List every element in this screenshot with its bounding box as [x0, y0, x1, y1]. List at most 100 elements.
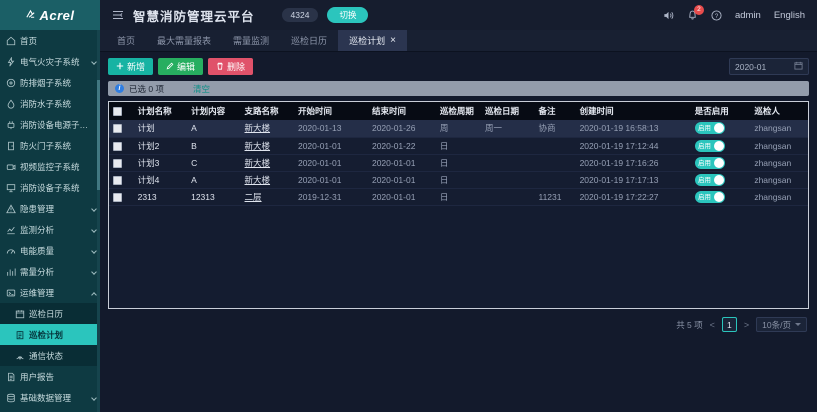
row-checkbox[interactable] — [113, 176, 122, 185]
main-area: 智慧消防管理云平台 4324 切换 2 ? admin English 首页最大… — [100, 0, 817, 412]
page-size-select[interactable]: 10条/页 — [756, 317, 807, 332]
row-select-cell — [109, 120, 134, 137]
current-page-button[interactable]: 1 — [722, 317, 737, 332]
delete-button[interactable]: 删除 — [208, 58, 253, 75]
brand-logo: Acrel — [0, 0, 100, 30]
tab-最大需量报表[interactable]: 最大需量报表 — [146, 30, 222, 51]
help-icon[interactable]: ? — [711, 10, 722, 21]
chevron-down-icon — [91, 59, 97, 65]
branch-link[interactable]: 新大楼 — [245, 123, 271, 133]
row-select-cell — [109, 154, 134, 171]
chevron-down-icon — [91, 227, 97, 233]
sidebar-item-label: 需量分析 — [20, 266, 90, 278]
pagination: 共 5 项 < 1 > 10条/页 — [108, 317, 809, 332]
sidebar-item-巡检日历[interactable]: 巡检日历 — [0, 303, 100, 324]
sidebar-item-消防水子系统[interactable]: 消防水子系统 — [0, 93, 100, 114]
sidebar-item-防排烟子系统[interactable]: 防排烟子系统 — [0, 72, 100, 93]
sound-icon[interactable] — [663, 10, 674, 21]
enabled-toggle[interactable]: 启用 — [695, 122, 725, 134]
trash-icon — [216, 62, 224, 72]
sidebar-item-通信状态[interactable]: 通信状态 — [0, 345, 100, 366]
cell-cycle: 日 — [436, 154, 481, 171]
sidebar-item-电能质量[interactable]: 电能质量 — [0, 240, 100, 261]
tab-首页[interactable]: 首页 — [106, 30, 146, 51]
water-icon — [6, 99, 16, 109]
row-checkbox[interactable] — [113, 159, 122, 168]
svg-text:?: ? — [715, 12, 719, 19]
sidebar-item-运维管理[interactable]: 运维管理 — [0, 282, 100, 303]
cell-end: 2020-01-26 — [368, 120, 436, 137]
branch-link[interactable]: 新大楼 — [245, 175, 271, 185]
cell-enabled: 启用 — [691, 154, 751, 171]
sidebar-item-电气火灾子系统[interactable]: 电气火灾子系统 — [0, 51, 100, 72]
table-row: 计划A新大楼2020-01-132020-01-26周周一协商2020-01-1… — [109, 120, 808, 137]
table-row: 231312313二层2019-12-312020-01-01日11231202… — [109, 188, 808, 205]
home-icon — [6, 36, 16, 46]
power-icon — [6, 120, 16, 130]
add-button[interactable]: 新增 — [108, 58, 153, 75]
sidebar-item-消防设备子系统[interactable]: 消防设备子系统 — [0, 177, 100, 198]
cell-end: 2020-01-22 — [368, 137, 436, 154]
sidebar-item-防火门子系统[interactable]: 防火门子系统 — [0, 135, 100, 156]
enabled-toggle[interactable]: 启用 — [695, 157, 725, 169]
column-header-cycle: 巡检周期 — [436, 102, 481, 120]
row-checkbox[interactable] — [113, 193, 122, 202]
enabled-toggle[interactable]: 启用 — [695, 140, 725, 152]
cell-date — [481, 154, 534, 171]
sidebar-scrollbar-thumb[interactable] — [97, 80, 100, 190]
selection-info-bar: i 已选 0 项 清空 — [108, 81, 809, 96]
cell-content: B — [187, 137, 240, 154]
branch-link[interactable]: 新大楼 — [245, 141, 271, 151]
prev-page-button[interactable]: < — [710, 320, 715, 330]
enabled-toggle[interactable]: 启用 — [695, 174, 725, 186]
switch-button[interactable]: 切换 — [327, 7, 368, 23]
tab-巡检计划[interactable]: 巡检计划× — [338, 30, 407, 51]
enabled-toggle[interactable]: 启用 — [695, 191, 725, 203]
sidebar-item-巡检计划[interactable]: 巡检计划 — [0, 324, 100, 345]
sidebar-item-首页[interactable]: 首页 — [0, 30, 100, 51]
language-switch[interactable]: English — [774, 10, 805, 21]
cell-enabled: 启用 — [691, 188, 751, 205]
username[interactable]: admin — [735, 10, 761, 21]
notifications-bell-icon[interactable]: 2 — [687, 10, 698, 21]
sidebar-item-监测分析[interactable]: 监测分析 — [0, 219, 100, 240]
cell-enabled: 启用 — [691, 171, 751, 188]
cell-content: 12313 — [187, 188, 240, 205]
cell-end: 2020-01-01 — [368, 171, 436, 188]
sidebar-item-label: 消防设备电源子系统 — [20, 119, 90, 131]
sidebar-item-消防设备电源子系统[interactable]: 消防设备电源子系统 — [0, 114, 100, 135]
tab-需量监测[interactable]: 需量监测 — [222, 30, 280, 51]
clear-selection-link[interactable]: 清空 — [193, 83, 210, 95]
tab-巡检日历[interactable]: 巡检日历 — [280, 30, 338, 51]
edit-icon — [166, 62, 174, 72]
next-page-button[interactable]: > — [744, 320, 749, 330]
branch-link[interactable]: 新大楼 — [245, 158, 271, 168]
edit-button[interactable]: 编辑 — [158, 58, 203, 75]
toggle-knob — [714, 141, 724, 151]
row-checkbox[interactable] — [113, 124, 122, 133]
cell-start: 2020-01-01 — [294, 154, 368, 171]
row-checkbox[interactable] — [113, 142, 122, 151]
branch-link[interactable]: 二层 — [245, 192, 262, 202]
sidebar-item-用户报告[interactable]: 用户报告 — [0, 366, 100, 387]
camera-icon — [6, 162, 16, 172]
sidebar-item-基础数据管理[interactable]: 基础数据管理 — [0, 387, 100, 408]
menu-fold-icon[interactable] — [112, 9, 124, 21]
sidebar-item-系统设置[interactable]: 系统设置 — [0, 408, 100, 412]
select-all-checkbox[interactable] — [113, 107, 122, 116]
ops-icon — [6, 288, 16, 298]
sidebar-item-视频监控子系统[interactable]: 视频监控子系统 — [0, 156, 100, 177]
cell-cycle: 日 — [436, 137, 481, 154]
sidebar-item-label: 运维管理 — [20, 287, 90, 299]
toolbar: 新增 编辑 删除 2020-01 — [108, 58, 809, 75]
close-tab-icon[interactable]: × — [390, 36, 396, 46]
cell-remark: 协商 — [534, 120, 575, 137]
sidebar-item-需量分析[interactable]: 需量分析 — [0, 261, 100, 282]
cell-cycle: 日 — [436, 188, 481, 205]
cell-date: 周一 — [481, 120, 534, 137]
sidebar: Acrel 首页电气火灾子系统防排烟子系统消防水子系统消防设备电源子系统防火门子… — [0, 0, 100, 412]
sidebar-scrollbar[interactable] — [97, 30, 100, 412]
toggle-knob — [714, 192, 724, 202]
sidebar-item-隐患管理[interactable]: 隐患管理 — [0, 198, 100, 219]
month-picker[interactable]: 2020-01 — [729, 58, 809, 75]
